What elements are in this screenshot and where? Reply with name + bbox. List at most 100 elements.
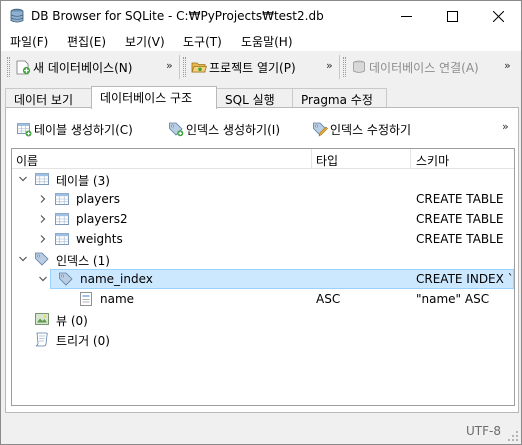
minimize-button[interactable] bbox=[383, 1, 429, 31]
tree-row-type: ASC bbox=[316, 292, 341, 306]
tree-row-name: 트리거 (0) bbox=[56, 334, 110, 348]
column-divider[interactable] bbox=[311, 149, 312, 169]
tab-edit-pragmas[interactable]: Pragma 수정 bbox=[292, 88, 387, 108]
tree-row-index-field-name[interactable]: name ASC "name" ASC bbox=[12, 289, 514, 309]
close-button[interactable] bbox=[475, 1, 521, 31]
app-window: DB Browser for SQLite - C:₩PyProjects₩te… bbox=[0, 0, 522, 445]
toolbar-overflow-chevron-2[interactable]: » bbox=[326, 59, 333, 72]
column-header-type[interactable]: 타입 bbox=[316, 152, 338, 169]
toolbar-grip[interactable] bbox=[7, 57, 10, 77]
open-project-label: 프로젝트 열기(P) bbox=[209, 60, 296, 75]
tree-row-schema: CREATE TABLE bbox=[416, 232, 504, 246]
chevron-down-icon[interactable] bbox=[18, 254, 28, 264]
toolbar-separator bbox=[339, 55, 340, 79]
create-table-button[interactable]: 테이블 생성하기(C) bbox=[16, 118, 133, 140]
menu-bar: 파일(F) 편집(E) 보기(V) 도구(T) 도움말(H) bbox=[1, 31, 521, 51]
create-table-icon bbox=[17, 123, 32, 137]
table-icon bbox=[55, 213, 69, 225]
create-index-button[interactable]: 인덱스 생성하기(I) bbox=[168, 118, 280, 140]
toolbar-grip[interactable] bbox=[183, 57, 186, 77]
modify-index-icon bbox=[313, 122, 328, 137]
attach-database-icon bbox=[353, 60, 365, 73]
tree-row-schema: CREATE TABLE bbox=[416, 192, 504, 206]
tree-row-table-weights[interactable]: weights CREATE TABLE bbox=[12, 229, 514, 249]
title-bar: DB Browser for SQLite - C:₩PyProjects₩te… bbox=[1, 1, 521, 31]
resize-grip-icon[interactable] bbox=[507, 430, 519, 442]
toolbar-grip[interactable] bbox=[343, 57, 346, 77]
close-icon bbox=[492, 10, 504, 22]
column-header-schema[interactable]: 스키마 bbox=[416, 152, 449, 169]
toolbar-separator bbox=[179, 55, 180, 79]
tree-row-name: players bbox=[76, 192, 120, 206]
tab-execute-sql[interactable]: SQL 실행 bbox=[216, 88, 293, 108]
tree-row-name: 뷰 (0) bbox=[56, 314, 88, 328]
chevron-down-icon[interactable] bbox=[18, 174, 28, 184]
table-icon bbox=[55, 233, 69, 245]
new-database-button[interactable]: 새 데이터베이스(N) bbox=[15, 55, 132, 79]
tab-bar: 데이터 보기 데이터베이스 구조 SQL 실행 Pragma 수정 bbox=[1, 85, 521, 109]
tree-row-name: weights bbox=[76, 232, 123, 246]
modify-index-button[interactable]: 인덱스 수정하기 bbox=[312, 118, 411, 140]
tree-row-name: name_index bbox=[80, 272, 153, 286]
tab-browse-data[interactable]: 데이터 보기 bbox=[5, 88, 92, 108]
tree-row-table-players2[interactable]: players2 CREATE TABLE bbox=[12, 209, 514, 229]
tree-row-tables-group[interactable]: 테이블 (3) bbox=[12, 169, 514, 189]
tree-row-name: players2 bbox=[76, 212, 128, 226]
encoding-indicator: UTF-8 bbox=[466, 424, 501, 438]
new-database-label: 새 데이터베이스(N) bbox=[33, 60, 133, 75]
tree-row-views-group[interactable]: 뷰 (0) bbox=[12, 309, 514, 329]
tree-header: 이름 타입 스키마 bbox=[12, 149, 514, 169]
chevron-right-icon[interactable] bbox=[38, 234, 48, 244]
tree-row-triggers-group[interactable]: 트리거 (0) bbox=[12, 329, 514, 349]
tab-database-structure[interactable]: 데이터베이스 구조 bbox=[91, 86, 217, 109]
create-index-label: 인덱스 생성하기(I) bbox=[186, 122, 280, 137]
chevron-down-icon[interactable] bbox=[38, 274, 48, 284]
column-header-name[interactable]: 이름 bbox=[16, 152, 38, 169]
tree-row-name: 테이블 (3) bbox=[56, 174, 110, 188]
tree-row-indexes-group[interactable]: 인덱스 (1) bbox=[12, 249, 514, 269]
tree-row-table-players[interactable]: players CREATE TABLE bbox=[12, 189, 514, 209]
structure-toolbar: 테이블 생성하기(C) 인덱스 생성하기(I) 인덱스 수정하기 » bbox=[6, 116, 518, 142]
menu-file[interactable]: 파일(F) bbox=[10, 33, 48, 50]
status-bar: UTF-8 bbox=[1, 417, 521, 444]
main-toolbar: 새 데이터베이스(N) » 프로젝트 열기(P) » 데이터베이스 연결(A) … bbox=[1, 51, 521, 83]
create-table-label: 테이블 생성하기(C) bbox=[34, 122, 133, 137]
open-project-button[interactable]: 프로젝트 열기(P) bbox=[191, 55, 296, 79]
menu-tools[interactable]: 도구(T) bbox=[183, 33, 222, 50]
tree-row-schema: "name" ASC bbox=[416, 292, 490, 306]
database-structure-panel: 테이블 생성하기(C) 인덱스 생성하기(I) 인덱스 수정하기 » 이름 타입… bbox=[5, 107, 519, 413]
maximize-icon bbox=[446, 10, 458, 22]
view-icon bbox=[35, 313, 49, 325]
window-title: DB Browser for SQLite - C:₩PyProjects₩te… bbox=[31, 9, 324, 23]
app-icon bbox=[10, 8, 24, 23]
structure-toolbar-overflow-chevron[interactable]: » bbox=[502, 120, 509, 133]
tree-row-name: 인덱스 (1) bbox=[56, 254, 110, 268]
tree-row-schema: CREATE TABLE bbox=[416, 212, 504, 226]
tree-row-schema: CREATE INDEX ` bbox=[416, 272, 514, 286]
table-icon bbox=[35, 173, 49, 185]
create-index-icon bbox=[169, 122, 184, 137]
chevron-right-icon[interactable] bbox=[38, 214, 48, 224]
attach-database-label: 데이터베이스 연결(A) bbox=[369, 60, 479, 75]
index-icon bbox=[59, 272, 73, 286]
index-icon bbox=[35, 252, 49, 266]
minimize-icon bbox=[400, 15, 412, 17]
column-divider[interactable] bbox=[410, 149, 411, 169]
maximize-button[interactable] bbox=[429, 1, 475, 31]
tree-row-name: name bbox=[100, 292, 135, 306]
open-project-icon bbox=[191, 62, 207, 73]
modify-index-label: 인덱스 수정하기 bbox=[330, 122, 412, 137]
menu-view[interactable]: 보기(V) bbox=[125, 33, 165, 50]
attach-database-button[interactable]: 데이터베이스 연결(A) bbox=[351, 55, 479, 79]
new-database-icon bbox=[16, 60, 31, 75]
schema-tree[interactable]: 이름 타입 스키마 테이블 (3) players CREATE TABLE p… bbox=[11, 148, 515, 406]
toolbar-overflow-chevron-3[interactable]: » bbox=[504, 59, 511, 72]
trigger-icon bbox=[35, 332, 48, 347]
toolbar-overflow-chevron-1[interactable]: » bbox=[166, 59, 173, 72]
tree-row-index-name-index[interactable]: name_index CREATE INDEX ` bbox=[12, 269, 514, 289]
table-icon bbox=[55, 193, 69, 205]
field-icon bbox=[80, 292, 92, 306]
menu-help[interactable]: 도움말(H) bbox=[241, 33, 293, 50]
menu-edit[interactable]: 편집(E) bbox=[67, 33, 106, 50]
chevron-right-icon[interactable] bbox=[38, 194, 48, 204]
